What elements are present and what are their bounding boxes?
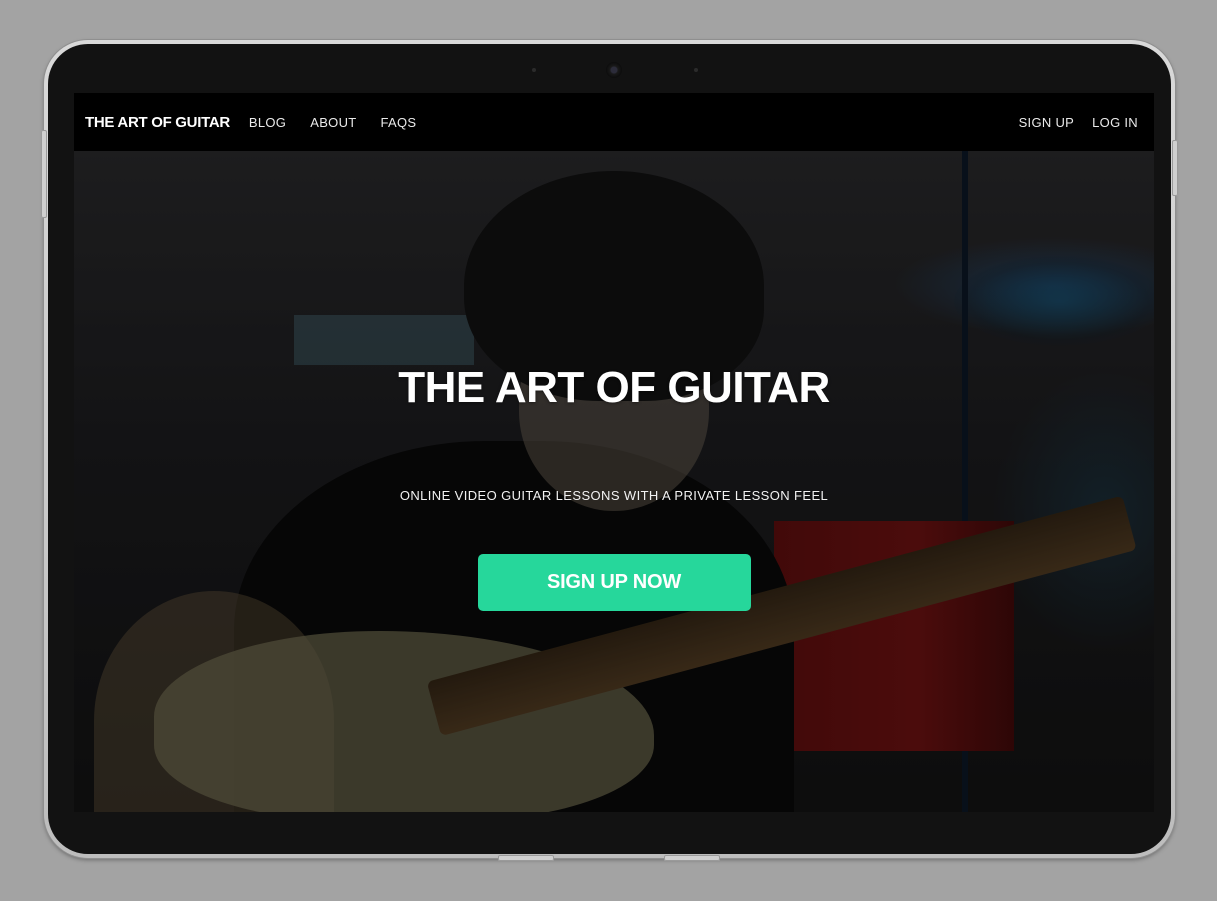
screen: THE ART OF GUITAR BLOG ABOUT FAQS SIGN U…	[74, 93, 1154, 812]
nav-links: BLOG ABOUT FAQS	[249, 115, 441, 130]
device-side-button-right	[1172, 140, 1178, 196]
hero-section: THE ART OF GUITAR ONLINE VIDEO GUITAR LE…	[74, 151, 1154, 812]
front-camera-icon	[606, 62, 622, 78]
brand-logo[interactable]: THE ART OF GUITAR	[85, 114, 230, 131]
device-bottom-button	[664, 855, 720, 861]
device-bezel: THE ART OF GUITAR BLOG ABOUT FAQS SIGN U…	[48, 44, 1171, 854]
auth-links: SIGN UP LOG IN	[1019, 115, 1138, 130]
hero-subtitle: ONLINE VIDEO GUITAR LESSONS WITH A PRIVA…	[399, 488, 829, 504]
log-in-link[interactable]: LOG IN	[1092, 115, 1138, 130]
tablet-device-frame: THE ART OF GUITAR BLOG ABOUT FAQS SIGN U…	[41, 40, 1178, 861]
device-side-button-left	[41, 130, 47, 218]
sensor-icon	[694, 68, 698, 72]
nav-link-about[interactable]: ABOUT	[310, 115, 356, 130]
nav-link-faqs[interactable]: FAQS	[381, 115, 417, 130]
hero-title: THE ART OF GUITAR	[398, 363, 830, 412]
top-navbar: THE ART OF GUITAR BLOG ABOUT FAQS SIGN U…	[74, 93, 1154, 151]
sign-up-link[interactable]: SIGN UP	[1019, 115, 1075, 130]
hero-content: THE ART OF GUITAR ONLINE VIDEO GUITAR LE…	[74, 151, 1154, 812]
nav-link-blog[interactable]: BLOG	[249, 115, 286, 130]
device-bottom-button	[498, 855, 554, 861]
sensor-icon	[532, 68, 536, 72]
sign-up-now-button[interactable]: SIGN UP NOW	[477, 554, 751, 612]
